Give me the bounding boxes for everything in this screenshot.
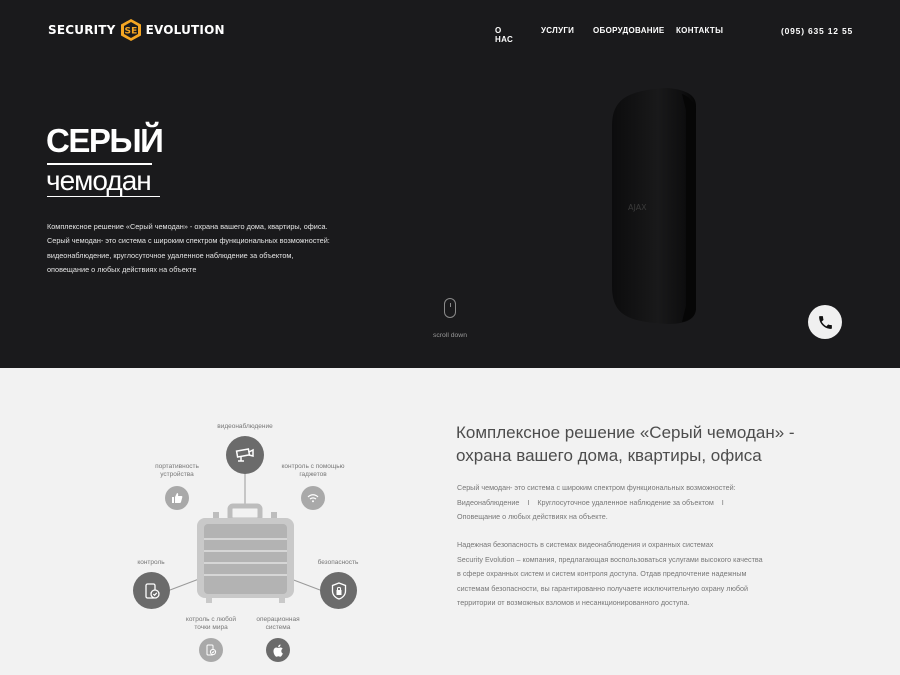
section-paragraph-line: Надежная безопасность в системах видеона… [457, 540, 714, 549]
section-paragraph-line: системам безопасности, вы гарантированно… [457, 583, 748, 593]
feature-item: Видеонаблюдение [457, 497, 520, 507]
thumbs-up-icon [165, 486, 189, 510]
section-paragraph-line: Серый чемодан- это система с широким спе… [457, 483, 736, 492]
diagram-label-portable: портативность устройства [155, 463, 199, 478]
diagram-label-gadgets: контроль с помощью гаджетов [281, 463, 345, 478]
diagram-label-security: безопасность [317, 559, 359, 566]
diagram-label-os: операционная система [256, 616, 300, 631]
features-diagram: видеонаблюдение портативность устройства… [120, 418, 370, 668]
header-phone[interactable]: (095) 635 12 55 [781, 26, 853, 36]
hero-title-line1: СЕРЫЙ [46, 122, 164, 159]
hero-description-line: Комплексное решение «Серый чемодан» - ох… [47, 222, 328, 231]
phone-icon [818, 315, 832, 329]
section-paragraph-line: территории от возможных взломов и несанк… [457, 598, 690, 607]
feature-item: Круглосуточное удаленное наблюдение за о… [537, 497, 714, 507]
section-paragraph-2: Надежная безопасность в системах видеона… [457, 538, 797, 611]
nav-link-equipment[interactable]: ОБОРУДОВАНИЕ [593, 26, 665, 35]
call-button[interactable] [808, 305, 842, 339]
feature-separator: I [527, 497, 530, 507]
hero-section: SECURITY SE EVOLUTION О НАС УСЛУГИ ОБОРУ… [0, 0, 900, 368]
remote-control-icon [199, 638, 223, 662]
logo-text-right: EVOLUTION [145, 23, 225, 37]
nav-link-contacts[interactable]: КОНТАКТЫ [676, 26, 723, 35]
nav-link-about[interactable]: О НАС [495, 26, 513, 44]
device-brand-label: AJAX [628, 203, 647, 212]
nav-link-services[interactable]: УСЛУГИ [541, 26, 574, 35]
section-feature-list: Видеонаблюдение I Круглосуточное удаленн… [457, 496, 797, 511]
section-paragraph-1: Серый чемодан- это система с широким спе… [457, 481, 797, 525]
hero-title-underline2 [47, 196, 160, 197]
scroll-down-label[interactable]: scroll down [428, 332, 472, 339]
hub-device-image: AJAX [612, 88, 696, 324]
section-paragraph-line: Оповещание о любых действиях на объекте. [457, 512, 608, 521]
security-shield-icon [320, 572, 357, 609]
apple-icon [266, 638, 290, 662]
hero-description-line: оповещание о любых действиях на объекте [47, 264, 197, 274]
logo-mark-icon: SE [120, 19, 141, 41]
logo-text-left: SECURITY [48, 23, 116, 37]
section-paragraph-line: Security Evolution – компания, предлагаю… [457, 554, 763, 564]
section-paragraph-line: в сфере охранных систем и систем контрол… [457, 569, 747, 578]
hero-title-line2: чемодан [46, 165, 152, 196]
scroll-mouse-icon[interactable] [444, 298, 456, 318]
diagram-label-control: контроль [137, 559, 165, 566]
logo-mark-text: SE [124, 27, 137, 37]
control-icon [133, 572, 170, 609]
section-title: Комплексное решение «Серый чемодан» - ох… [456, 423, 795, 465]
hero-description-line: Серый чемодан- это система с широким спе… [47, 236, 330, 246]
logo[interactable]: SECURITY SE EVOLUTION [48, 18, 225, 42]
diagram-label-anywhere: котроль с любой точки мира [185, 616, 237, 631]
hero-description-line: видеонаблюдение, круглосуточное удаленно… [47, 250, 294, 260]
wifi-icon [301, 486, 325, 510]
video-surveillance-icon [226, 436, 264, 474]
feature-separator: I [721, 497, 724, 507]
hero-description: Комплексное решение «Серый чемодан» - ох… [47, 220, 367, 277]
diagram-label-video: видеонаблюдение [217, 423, 273, 430]
